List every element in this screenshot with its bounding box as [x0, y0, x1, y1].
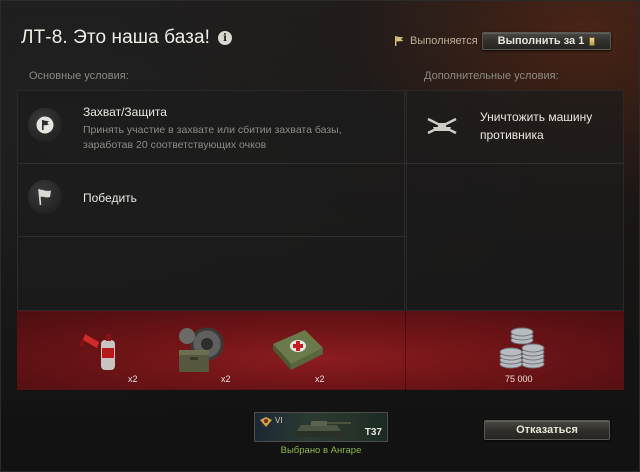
repair-kit-icon: [179, 327, 224, 372]
flag-icon: [28, 108, 62, 142]
white-flag-icon: [28, 180, 62, 214]
tank-silhouette-icon: [293, 421, 351, 437]
quest-title-text: ЛТ-8. Это наша база!: [21, 27, 211, 48]
reward-count: 75 000: [505, 374, 533, 384]
tank-name: T37: [364, 427, 382, 438]
first-aid-kit-icon: [273, 330, 323, 370]
additional-conditions-panel: Уничтожить машину противника: [406, 90, 625, 311]
hangar-note: Выбрано в Ангаре: [280, 445, 362, 456]
reward-count: x2: [128, 374, 138, 384]
divider: [18, 163, 406, 164]
info-icon[interactable]: i: [218, 31, 233, 45]
additional-condition-title: Уничтожить машину противника: [480, 110, 593, 142]
decline-button-label: Отказаться: [516, 424, 578, 436]
quest-title: ЛТ-8. Это наша база! i: [21, 27, 233, 49]
divider: [407, 163, 625, 164]
credits-coins-icon: [499, 327, 545, 369]
destroyed-tank-icon: [425, 109, 459, 143]
fire-extinguisher-icon: [79, 334, 115, 370]
selected-tank-card[interactable]: VI T37: [254, 412, 388, 442]
quest-window: ЛТ-8. Это наша база! i Выполняется Выпол…: [0, 0, 640, 472]
quest-status: Выполняется: [395, 35, 478, 47]
condition-title: Победить: [83, 191, 137, 205]
status-text: Выполняется: [410, 35, 478, 47]
status-flag-icon: [395, 36, 404, 46]
condition-description: Принять участие в захвате или сбитии зах…: [83, 124, 342, 151]
main-conditions-label: Основные условия:: [29, 70, 129, 82]
complete-button-label: Выполнить за 1: [497, 35, 585, 47]
reward-count: x2: [315, 374, 325, 384]
divider: [405, 312, 406, 391]
tank-tier: VI: [275, 416, 283, 425]
rewards-band: x2 x2 x2 75 000: [17, 311, 624, 391]
gold-icon: [589, 36, 596, 46]
complete-for-gold-button[interactable]: Выполнить за 1: [482, 32, 611, 50]
divider: [18, 236, 406, 237]
main-conditions-panel: Захват/Защита Принять участие в захвате …: [17, 90, 406, 311]
decline-button[interactable]: Отказаться: [484, 420, 610, 440]
condition-title: Захват/Защита: [83, 105, 167, 119]
additional-conditions-label: Дополнительные условия:: [424, 70, 559, 82]
reward-count: x2: [221, 374, 231, 384]
nation-emblem-icon: [260, 417, 272, 427]
